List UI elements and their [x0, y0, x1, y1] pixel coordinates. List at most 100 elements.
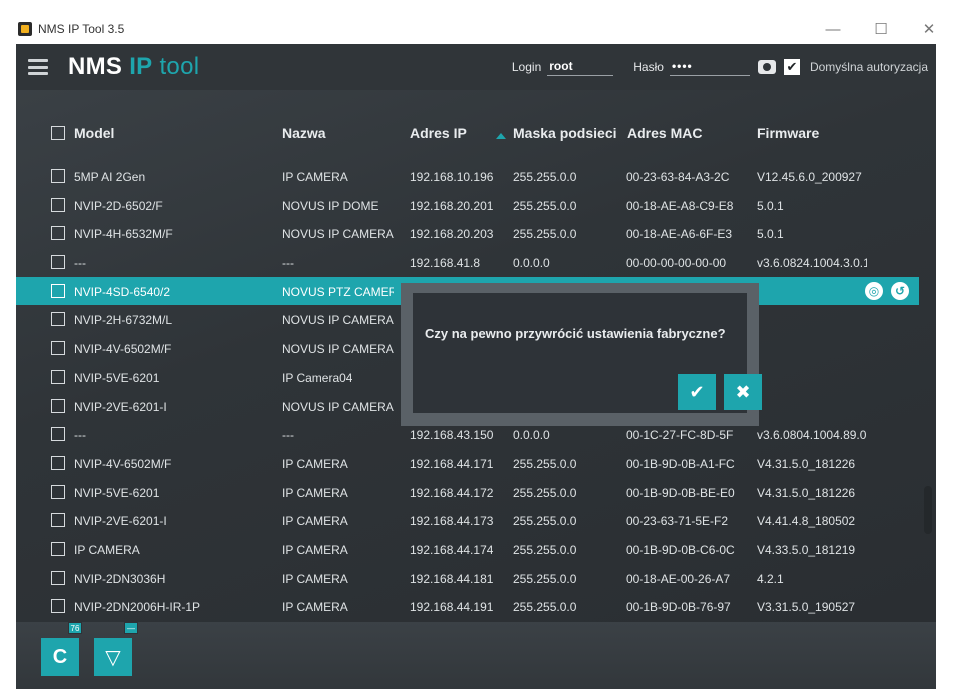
- table-row[interactable]: NVIP-4V-6502M/F IP CAMERA 192.168.44.171 25…: [16, 449, 919, 478]
- password-label: Hasło: [633, 60, 664, 74]
- password-input[interactable]: ••••: [669, 59, 750, 76]
- cell-firmware: 5.0.1: [757, 227, 784, 242]
- refresh-button[interactable]: C: [41, 638, 79, 676]
- confirm-dialog: Czy na pewno przywrócić ustawienia fabry…: [413, 293, 762, 413]
- cell-mac: 00-1B-9D-0B-BE-E0: [626, 485, 735, 500]
- cell-mac: 00-00-00-00-00-00: [626, 256, 727, 271]
- row-checkbox[interactable]: [51, 570, 65, 585]
- maximize-button[interactable]: ☐: [857, 14, 905, 44]
- cell-mac: 00-18-AE-00-26-A7: [626, 571, 731, 586]
- cell-name: IP CAMERA: [282, 542, 348, 557]
- table-row[interactable]: NVIP-5VE-6201 IP CAMERA 192.168.44.172 255.…: [16, 478, 919, 507]
- cell-model: NVIP-4V-6502M/F: [74, 342, 172, 357]
- row-checkbox[interactable]: [51, 197, 65, 212]
- table-row[interactable]: 5MP AI 2Gen IP CAMERA 192.168.10.196 255.25…: [16, 162, 919, 191]
- cell-name: IP CAMERA: [282, 456, 348, 471]
- column-mask[interactable]: Maska podsieci: [513, 125, 617, 141]
- select-all-checkbox[interactable]: [51, 126, 65, 140]
- column-name[interactable]: Nazwa: [282, 125, 326, 141]
- cell-model: 5MP AI 2Gen: [74, 170, 146, 184]
- cell-name: IP CAMERA: [282, 600, 348, 615]
- cancel-button[interactable]: ✖: [724, 374, 762, 410]
- confirm-button[interactable]: ✔: [678, 374, 716, 410]
- minimize-button[interactable]: —: [809, 14, 857, 44]
- row-checkbox[interactable]: [51, 599, 65, 614]
- cell-model: NVIP-4H-6532M/F: [74, 227, 173, 242]
- window-controls: — ☐ ✕: [809, 14, 953, 44]
- login-input[interactable]: root: [547, 59, 614, 76]
- cell-ip: 192.168.44.191: [410, 600, 494, 615]
- cell-model: NVIP-2VE-6201-I: [74, 514, 167, 529]
- table-row[interactable]: NVIP-2DN2006H-IR-1P IP CAMERA 192.168.44.1…: [16, 592, 919, 621]
- row-checkbox[interactable]: [51, 169, 65, 183]
- column-model[interactable]: Model: [74, 125, 114, 141]
- filter-button[interactable]: ▽: [94, 638, 132, 676]
- cell-model: ---: [74, 256, 86, 271]
- default-auth-checkbox[interactable]: ✔: [783, 59, 800, 75]
- refresh-icon: C: [52, 645, 68, 668]
- cell-firmware: V4.31.5.0_181226: [757, 456, 856, 471]
- cell-model: ---: [74, 428, 86, 443]
- cell-model: NVIP-2VE-6201-I: [74, 399, 167, 414]
- row-checkbox[interactable]: [51, 484, 65, 499]
- cell-ip: 192.168.44.172: [410, 485, 494, 500]
- row-checkbox[interactable]: [51, 513, 65, 528]
- cell-ip: 192.168.44.181: [410, 571, 494, 586]
- factory-reset-icon[interactable]: ↺: [891, 281, 909, 300]
- cell-ip: 192.168.10.196: [410, 170, 494, 184]
- cell-ip: 192.168.41.8: [410, 256, 481, 271]
- row-checkbox[interactable]: [51, 341, 65, 356]
- cell-mac: 00-1B-9D-0B-C6-0C: [626, 542, 735, 557]
- cell-ip: 192.168.20.203: [410, 227, 494, 242]
- cell-ip: 192.168.43.150: [410, 428, 494, 443]
- cell-mac: 00-18-AE-A6-6F-E3: [626, 227, 733, 242]
- table-scrollbar[interactable]: [924, 486, 932, 534]
- cell-firmware: 4.2.1: [757, 571, 784, 586]
- brand-tool: tool: [159, 53, 200, 80]
- web-browser-icon[interactable]: ◎: [865, 281, 883, 300]
- cell-name: NOVUS IP DOME: [282, 198, 379, 213]
- login-label: Login: [511, 60, 542, 74]
- cell-mac: 00-23-63-84-A3-2C: [626, 170, 730, 184]
- table-row[interactable]: IP CAMERA IP CAMERA 192.168.44.174 255.255.…: [16, 535, 919, 564]
- column-firmware[interactable]: Firmware: [757, 125, 819, 141]
- cell-name: ---: [282, 428, 294, 443]
- cell-mask: 255.255.0.0: [513, 170, 577, 184]
- table-row[interactable]: NVIP-2DN3036H IP CAMERA 192.168.44.181 255.…: [16, 564, 919, 593]
- row-checkbox[interactable]: [51, 541, 65, 556]
- refresh-count-badge: 76: [68, 622, 82, 634]
- cell-mask: 255.255.0.0: [513, 485, 577, 500]
- cell-name: NOVUS PTZ CAMER: [282, 284, 394, 299]
- cell-mac: 00-1B-9D-0B-76-97: [626, 600, 731, 615]
- cell-name: NOVUS IP CAMERA: [282, 313, 394, 328]
- row-checkbox[interactable]: [51, 226, 65, 241]
- menu-icon[interactable]: [28, 59, 48, 75]
- cell-mac: 00-1C-27-FC-8D-5F: [626, 428, 734, 443]
- cell-name: NOVUS IP CAMERA: [282, 399, 394, 414]
- column-mac[interactable]: Adres MAC: [627, 125, 702, 141]
- show-password-eye-icon[interactable]: [757, 60, 776, 74]
- cell-firmware: 5.0.1: [757, 198, 784, 213]
- cell-mac: 00-23-63-71-5E-F2: [626, 514, 729, 529]
- table-row[interactable]: NVIP-2VE-6201-I IP CAMERA 192.168.44.173 25…: [16, 506, 919, 535]
- app-header: NMS IP tool Login root Hasło •••• ✔ Domy…: [16, 44, 936, 90]
- cell-name: IP CAMERA: [282, 485, 348, 500]
- cell-ip: 192.168.44.174: [410, 542, 494, 557]
- row-checkbox[interactable]: [51, 455, 65, 470]
- cell-mask: 255.255.0.0: [513, 542, 577, 557]
- row-checkbox[interactable]: [51, 369, 65, 384]
- row-checkbox[interactable]: [51, 312, 65, 327]
- cell-mask: 255.255.0.0: [513, 456, 577, 471]
- cell-mac: 00-18-AE-A8-C9-E8: [626, 198, 734, 213]
- table-row[interactable]: --- --- 192.168.41.8 0.0.0.0 00-00-00-00-00-…: [16, 248, 919, 277]
- column-ip[interactable]: Adres IP: [410, 125, 467, 141]
- table-row[interactable]: NVIP-4H-6532M/F NOVUS IP CAMERA 192.168.20…: [16, 219, 919, 248]
- row-checkbox[interactable]: [51, 398, 65, 413]
- cell-model: NVIP-5VE-6201: [74, 485, 160, 500]
- table-row[interactable]: NVIP-2D-6502/F NOVUS IP DOME 192.168.20.20…: [16, 191, 919, 220]
- cell-model: NVIP-5VE-6201: [74, 370, 160, 385]
- close-button[interactable]: ✕: [905, 14, 953, 44]
- row-checkbox[interactable]: [51, 427, 65, 442]
- row-checkbox[interactable]: [51, 255, 65, 270]
- row-checkbox[interactable]: [51, 283, 65, 298]
